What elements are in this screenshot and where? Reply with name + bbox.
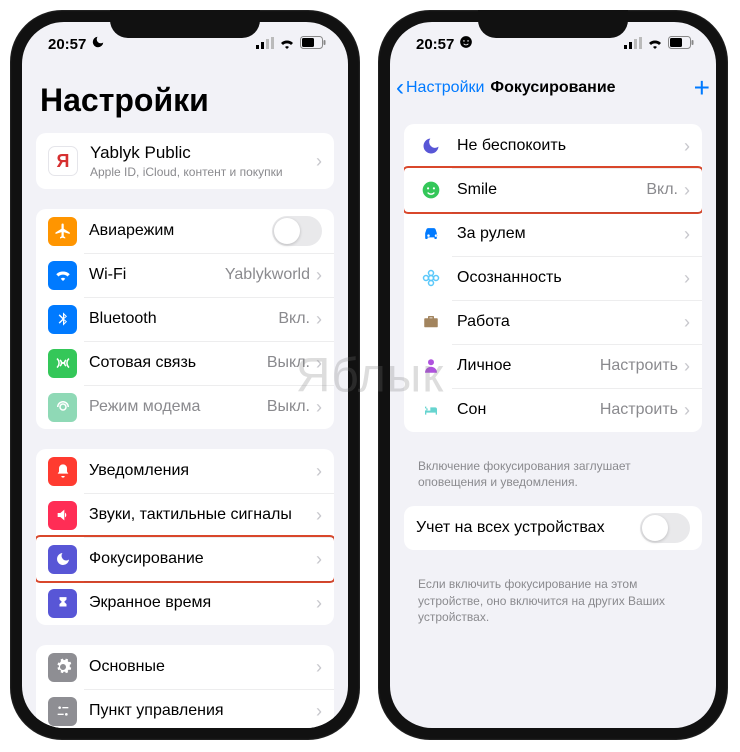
chevron-right-icon: › <box>316 397 322 418</box>
chevron-right-icon: › <box>316 309 322 330</box>
chevron-right-icon: › <box>684 224 690 245</box>
moon-icon <box>48 545 77 574</box>
smile-row[interactable]: Smile Вкл. › <box>404 168 702 212</box>
bluetooth-value: Вкл. <box>278 310 310 328</box>
wifi-value: Yablykworld <box>225 266 310 284</box>
chevron-right-icon: › <box>684 400 690 421</box>
focus-moon-icon <box>91 35 105 53</box>
chevron-left-icon: ‹ <box>396 76 404 100</box>
chevron-right-icon: › <box>316 505 322 526</box>
screen-right: 20:57 ‹ Настройк <box>390 22 716 728</box>
hotspot-value: Выкл. <box>267 398 310 416</box>
chevron-right-icon: › <box>684 136 690 157</box>
apple-id-row[interactable]: Я Yablyk Public Apple ID, iCloud, контен… <box>36 133 334 189</box>
connectivity-group: Авиарежим Wi-Fi Yablykworld › Bluetooth <box>36 209 334 429</box>
profile-name: Yablyk Public <box>90 143 316 163</box>
battery-icon <box>668 36 694 53</box>
bluetooth-icon <box>48 305 77 334</box>
car-icon <box>416 224 445 244</box>
phone-left: 20:57 Настройки <box>10 10 360 740</box>
gear-icon <box>48 653 77 682</box>
cellular-icon <box>624 36 642 53</box>
chevron-right-icon: › <box>316 701 322 722</box>
profile-subtitle: Apple ID, iCloud, контент и покупки <box>90 165 316 179</box>
chevron-right-icon: › <box>684 312 690 333</box>
wifi-settings-icon <box>48 261 77 290</box>
share-group: Учет на всех устройствах <box>404 506 702 550</box>
page-title: Настройки <box>40 82 330 119</box>
person-icon <box>416 356 445 376</box>
focus-footer-2: Если включить фокусирование на этом устр… <box>404 570 702 641</box>
mindfulness-icon <box>416 268 445 288</box>
share-toggle[interactable] <box>640 513 690 543</box>
chevron-right-icon: › <box>684 180 690 201</box>
focus-footer-1: Включение фокусирования заглушает оповещ… <box>404 452 702 506</box>
airplane-icon <box>48 217 77 246</box>
notch <box>110 10 260 38</box>
chevron-right-icon: › <box>316 657 322 678</box>
airplane-row[interactable]: Авиарежим <box>36 209 334 253</box>
airplane-toggle[interactable] <box>272 216 322 246</box>
personal-value: Настроить <box>600 357 678 375</box>
driving-row[interactable]: За рулем › <box>404 212 702 256</box>
control-center-row[interactable]: Пункт управления › <box>36 689 334 728</box>
add-focus-button[interactable]: + <box>694 74 710 102</box>
smile-status-icon <box>459 35 473 53</box>
chevron-right-icon: › <box>316 265 322 286</box>
hotspot-icon <box>48 393 77 422</box>
hotspot-row[interactable]: Режим модема Выкл. › <box>36 385 334 429</box>
moon-icon <box>416 136 445 156</box>
wifi-icon <box>279 36 295 53</box>
sounds-row[interactable]: Звуки, тактильные сигналы › <box>36 493 334 537</box>
dnd-row[interactable]: Не беспокоить › <box>404 124 702 168</box>
focus-modes-group: Не беспокоить › Smile Вкл. › За рулем <box>404 124 702 432</box>
chevron-right-icon: › <box>684 268 690 289</box>
chevron-right-icon: › <box>316 549 322 570</box>
focus-row[interactable]: Фокусирование › <box>36 537 334 581</box>
cellular-value: Выкл. <box>267 354 310 372</box>
status-time: 20:57 <box>416 36 454 53</box>
notch <box>478 10 628 38</box>
back-button[interactable]: ‹ Настройки <box>396 76 484 100</box>
phone-right: 20:57 ‹ Настройк <box>378 10 728 740</box>
general-row[interactable]: Основные › <box>36 645 334 689</box>
chevron-right-icon: › <box>316 461 322 482</box>
screen-left: 20:57 Настройки <box>22 22 348 728</box>
profile-group: Я Yablyk Public Apple ID, iCloud, контен… <box>36 133 334 189</box>
battery-icon <box>300 36 326 53</box>
cellular-row[interactable]: Сотовая связь Выкл. › <box>36 341 334 385</box>
notifications-group: Уведомления › Звуки, тактильные сигналы … <box>36 449 334 625</box>
smile-icon <box>416 180 445 200</box>
cellular-settings-icon <box>48 349 77 378</box>
share-across-devices-row[interactable]: Учет на всех устройствах <box>404 506 702 550</box>
speaker-icon <box>48 501 77 530</box>
chevron-right-icon: › <box>316 593 322 614</box>
cellular-icon <box>256 36 274 53</box>
sleep-value: Настроить <box>600 401 678 419</box>
mindfulness-row[interactable]: Осознанность › <box>404 256 702 300</box>
bell-icon <box>48 457 77 486</box>
general-group: Основные › Пункт управления › Экран и яр… <box>36 645 334 728</box>
status-time: 20:57 <box>48 36 86 53</box>
bed-icon <box>416 402 445 418</box>
chevron-right-icon: › <box>316 151 322 172</box>
screentime-row[interactable]: Экранное время › <box>36 581 334 625</box>
sleep-row[interactable]: Сон Настроить › <box>404 388 702 432</box>
personal-row[interactable]: Личное Настроить › <box>404 344 702 388</box>
work-row[interactable]: Работа › <box>404 300 702 344</box>
wifi-icon <box>647 36 663 53</box>
smile-value: Вкл. <box>646 181 678 199</box>
chevron-right-icon: › <box>684 356 690 377</box>
wifi-row[interactable]: Wi-Fi Yablykworld › <box>36 253 334 297</box>
profile-icon: Я <box>48 146 78 176</box>
bluetooth-row[interactable]: Bluetooth Вкл. › <box>36 297 334 341</box>
briefcase-icon <box>416 313 445 331</box>
hourglass-icon <box>48 589 77 618</box>
chevron-right-icon: › <box>316 353 322 374</box>
notifications-row[interactable]: Уведомления › <box>36 449 334 493</box>
sliders-icon <box>48 697 77 726</box>
